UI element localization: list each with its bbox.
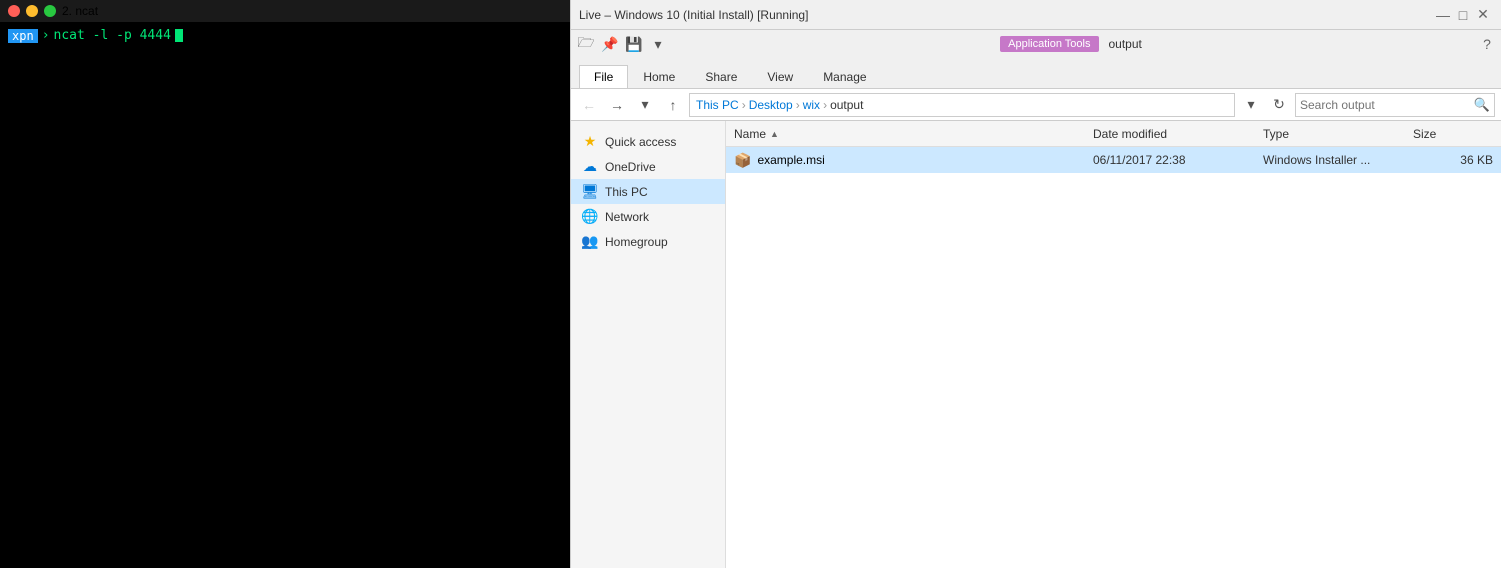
breadcrumb-output: output: [830, 98, 863, 112]
app-tools-badge: Application Tools: [1000, 36, 1098, 52]
file-date: 06/11/2017 22:38: [1093, 153, 1263, 167]
minimize-traffic-light[interactable]: [26, 5, 38, 17]
ribbon-help-button[interactable]: ?: [1477, 34, 1497, 54]
minimize-button[interactable]: —: [1433, 5, 1453, 25]
forward-button[interactable]: →: [605, 93, 629, 117]
col-header-size[interactable]: Size: [1413, 127, 1493, 141]
ribbon-output-tab: output: [1101, 33, 1150, 55]
explorer-title: Live – Windows 10 (Initial Install) [Run…: [579, 8, 1433, 22]
sidebar-label-quick-access: Quick access: [605, 135, 676, 149]
breadcrumb-dropdown-button[interactable]: ▾: [1239, 93, 1263, 117]
prompt-command: ncat -l -p 4444: [54, 28, 171, 43]
tab-manage[interactable]: Manage: [808, 65, 881, 88]
ribbon: 🗁 📌 💾 ▾ Application Tools output ? File …: [571, 30, 1501, 89]
breadcrumb-sep-1: ›: [742, 98, 746, 112]
tab-view[interactable]: View: [752, 65, 808, 88]
sidebar-item-this-pc[interactable]: 🖥 This PC: [571, 179, 725, 204]
file-name-cell: 📦 example.msi: [734, 152, 1093, 169]
refresh-button[interactable]: ↻: [1267, 93, 1291, 117]
column-headers: Name ▲ Date modified Type Size: [726, 121, 1501, 147]
explorer-pane: Live – Windows 10 (Initial Install) [Run…: [570, 0, 1501, 568]
search-input[interactable]: [1300, 98, 1474, 112]
breadcrumb-sep-3: ›: [823, 98, 827, 112]
sidebar-label-network: Network: [605, 210, 649, 224]
breadcrumb-this-pc[interactable]: This PC: [696, 98, 739, 112]
prompt-arrow: ›: [42, 28, 50, 43]
search-button[interactable]: 🔍: [1474, 97, 1490, 113]
sidebar-label-onedrive: OneDrive: [605, 160, 656, 174]
recent-button[interactable]: ▾: [633, 93, 657, 117]
breadcrumb-sep-2: ›: [796, 98, 800, 112]
qat-pin-button[interactable]: 📌: [599, 33, 621, 55]
this-pc-icon: 🖥: [581, 183, 599, 200]
onedrive-icon: ☁: [581, 158, 599, 175]
addressbar: ← → ▾ ↑ This PC › Desktop › wix › output…: [571, 89, 1501, 121]
qat-folder-button[interactable]: 🗁: [575, 33, 597, 55]
terminal-cursor: [175, 29, 183, 42]
qat-save-button[interactable]: 💾: [623, 33, 645, 55]
breadcrumb-wix[interactable]: wix: [803, 98, 820, 112]
sidebar-item-onedrive[interactable]: ☁ OneDrive: [571, 154, 725, 179]
col-header-name[interactable]: Name ▲: [734, 127, 1093, 141]
up-button[interactable]: ↑: [661, 93, 685, 117]
sidebar-item-homegroup[interactable]: 👥 Homegroup: [571, 229, 725, 254]
sidebar-label-this-pc: This PC: [605, 185, 648, 199]
prompt-user: xpn: [8, 29, 38, 43]
sidebar-item-quick-access[interactable]: ★ Quick access: [571, 129, 725, 154]
quick-access-icon: ★: [581, 133, 599, 150]
file-area: Name ▲ Date modified Type Size 📦 example…: [726, 121, 1501, 568]
explorer-titlebar: Live – Windows 10 (Initial Install) [Run…: [571, 0, 1501, 30]
maximize-button[interactable]: □: [1453, 5, 1473, 25]
col-header-type[interactable]: Type: [1263, 127, 1413, 141]
search-box[interactable]: 🔍: [1295, 93, 1495, 117]
sidebar-item-network[interactable]: 🌐 Network: [571, 204, 725, 229]
terminal-pane: 2. ncat xpn › ncat -l -p 4444: [0, 0, 570, 568]
col-header-date[interactable]: Date modified: [1093, 127, 1263, 141]
file-name: example.msi: [757, 153, 824, 167]
terminal-body[interactable]: xpn › ncat -l -p 4444: [0, 22, 570, 49]
breadcrumb-desktop[interactable]: Desktop: [749, 98, 793, 112]
file-size: 36 KB: [1413, 153, 1493, 167]
network-icon: 🌐: [581, 208, 599, 225]
terminal-prompt: xpn › ncat -l -p 4444: [8, 28, 562, 43]
close-button[interactable]: ✕: [1473, 5, 1493, 25]
main-area: ★ Quick access ☁ OneDrive 🖥 This PC 🌐 Ne…: [571, 121, 1501, 568]
tab-home[interactable]: Home: [628, 65, 690, 88]
tab-file[interactable]: File: [579, 65, 628, 88]
sidebar: ★ Quick access ☁ OneDrive 🖥 This PC 🌐 Ne…: [571, 121, 726, 568]
maximize-traffic-light[interactable]: [44, 5, 56, 17]
close-traffic-light[interactable]: [8, 5, 20, 17]
tab-share[interactable]: Share: [690, 65, 752, 88]
qat-dropdown-button[interactable]: ▾: [647, 33, 669, 55]
file-icon: 📦: [734, 152, 751, 169]
file-type: Windows Installer ...: [1263, 153, 1413, 167]
terminal-title: 2. ncat: [62, 4, 98, 18]
back-button[interactable]: ←: [577, 93, 601, 117]
ribbon-tabs: File Home Share View Manage: [571, 58, 1501, 88]
sidebar-label-homegroup: Homegroup: [605, 235, 668, 249]
breadcrumb-bar[interactable]: This PC › Desktop › wix › output: [689, 93, 1235, 117]
homegroup-icon: 👥: [581, 233, 599, 250]
table-row[interactable]: 📦 example.msi 06/11/2017 22:38 Windows I…: [726, 147, 1501, 173]
ribbon-top: 🗁 📌 💾 ▾ Application Tools output ?: [571, 30, 1501, 58]
terminal-titlebar: 2. ncat: [0, 0, 570, 22]
